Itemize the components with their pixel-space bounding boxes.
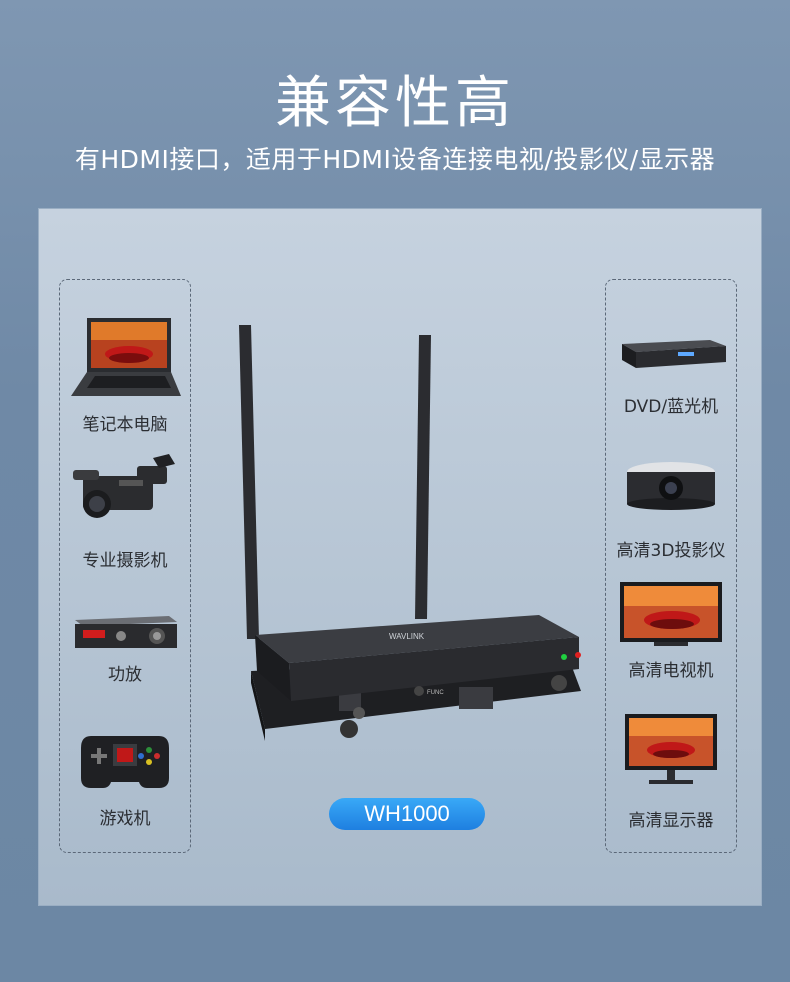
device-monitor: 高清显示器 [606, 712, 736, 832]
display-devices-column: DVD/蓝光机 高清3D投影仪 高清电视机 高清显示器 [605, 279, 737, 853]
right-antenna [415, 335, 431, 619]
device-label: 高清显示器 [628, 811, 714, 831]
camcorder-icon [73, 454, 175, 518]
gamepad-icon [81, 736, 169, 788]
monitor-icon [625, 714, 717, 784]
page-title: 兼容性高 [275, 71, 515, 136]
status-led-green [561, 654, 567, 660]
tv-icon [620, 582, 722, 646]
device-tv: 高清电视机 [606, 580, 736, 690]
dvd-player-icon [622, 340, 726, 368]
source-devices-column: 笔记本电脑 专业摄影机 功放 游戏机 [59, 279, 191, 853]
device-label: 高清电视机 [628, 661, 714, 681]
device-amplifier: 功放 [60, 600, 190, 700]
page-subtitle: 有HDMI接口，适用于HDMI设备连接电视/投影仪/显示器 [74, 145, 716, 174]
func-button [414, 686, 424, 696]
laptop-icon [71, 318, 181, 396]
device-label: 笔记本电脑 [82, 415, 168, 435]
func-label: FUNC [427, 690, 444, 696]
device-gamepad: 游戏机 [60, 730, 190, 850]
device-label: 高清3D投影仪 [616, 541, 726, 561]
left-antenna [239, 325, 259, 639]
product-image: WAVLINK FUNC [239, 325, 581, 741]
amplifier-icon [75, 616, 177, 648]
device-camcorder: 专业摄影机 [60, 450, 190, 580]
device-label: 游戏机 [99, 809, 151, 829]
compatibility-panel: 笔记本电脑 专业摄影机 功放 游戏机 DVD/蓝光机 高清3D投影仪 高清电视机… [38, 208, 762, 906]
device-label: 专业摄影机 [82, 551, 168, 571]
model-badge: WH1000 [329, 798, 485, 830]
device-laptop: 笔记本电脑 [60, 310, 190, 440]
status-led-red [575, 652, 581, 658]
device-label: 功放 [108, 665, 142, 685]
device-projector: 高清3D投影仪 [606, 460, 736, 570]
device-dvd: DVD/蓝光机 [606, 330, 736, 430]
brand-label: WAVLINK [389, 632, 425, 641]
device-label: DVD/蓝光机 [623, 397, 719, 417]
projector-icon [627, 462, 715, 510]
